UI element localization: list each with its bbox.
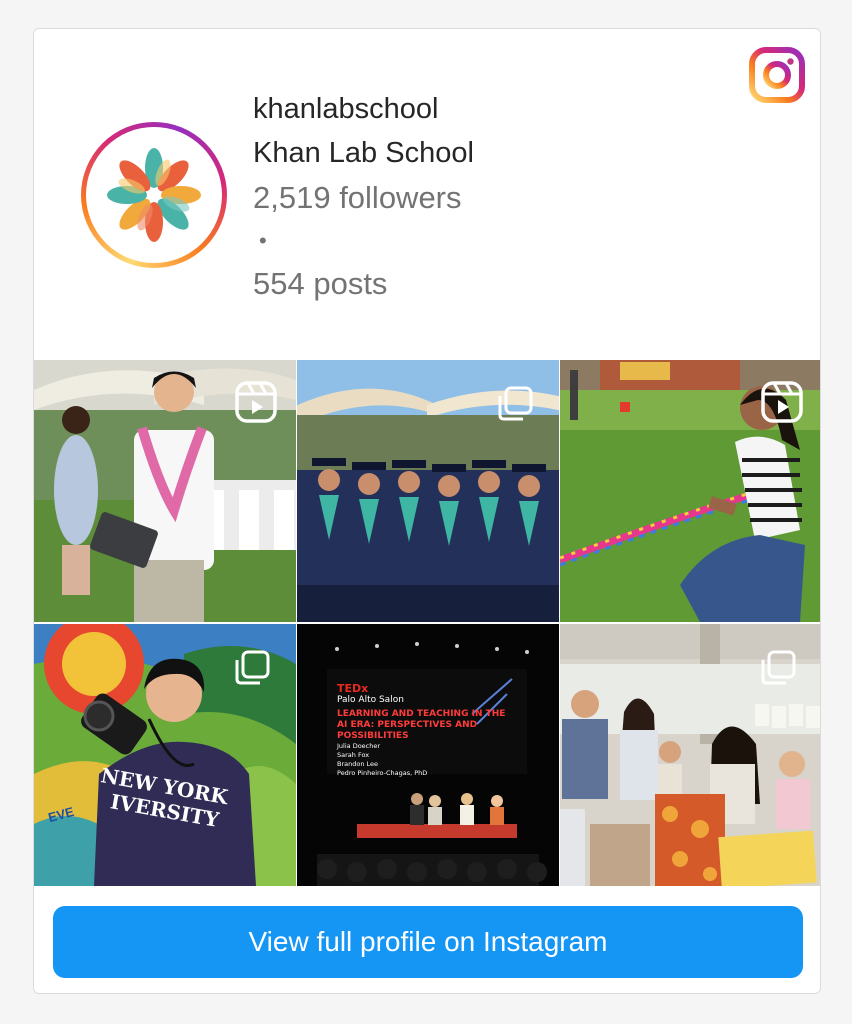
view-profile-button[interactable]: View full profile on Instagram [53,906,803,978]
post-tile-3[interactable] [560,360,820,622]
reel-icon [235,381,277,423]
post-tile-6[interactable] [560,624,820,886]
post-tile-2[interactable] [297,360,559,622]
flower-logo-icon [107,148,201,242]
carousel-icon [498,386,533,421]
posts-count: 554 posts [253,266,388,301]
ted-title: LEARNING AND TEACHING IN THE AI ERA: PER… [337,709,506,741]
post-grid: NEW YORK IVERSITY EVE TEDx Palo Alto Sal… [34,360,820,886]
followers-count: 2,519 followers [253,180,462,215]
post-tile-1[interactable] [34,360,296,622]
full-name: Khan Lab School [253,137,474,169]
ted-salon: Palo Alto Salon [337,695,404,705]
avatar[interactable] [81,122,227,268]
ted-speaker: Sarah Fox [337,751,370,759]
ted-speaker: Brandon Lee [337,760,379,768]
ted-slide: TEDx Palo Alto Salon LEARNING AND TEACHI… [337,682,507,778]
post-tile-4[interactable]: NEW YORK IVERSITY EVE [34,624,296,886]
carousel-icon [235,650,270,685]
ted-speaker: Pedro Pinheiro-Chagas, PhD [337,769,428,777]
post-tile-5[interactable]: TEDx Palo Alto Salon LEARNING AND TEACHI… [297,624,559,886]
profile-info: khanlabschool Khan Lab School 2,519 foll… [253,87,474,307]
separator-dot: • [259,228,267,253]
ted-speaker: Julia Doecher [337,742,381,750]
reel-icon [761,381,803,423]
carousel-icon [761,650,796,685]
username[interactable]: khanlabschool [253,87,474,131]
instagram-profile-card: khanlabschool Khan Lab School 2,519 foll… [33,28,821,994]
instagram-icon[interactable] [749,47,805,103]
ted-brand: TEDx [337,682,369,695]
